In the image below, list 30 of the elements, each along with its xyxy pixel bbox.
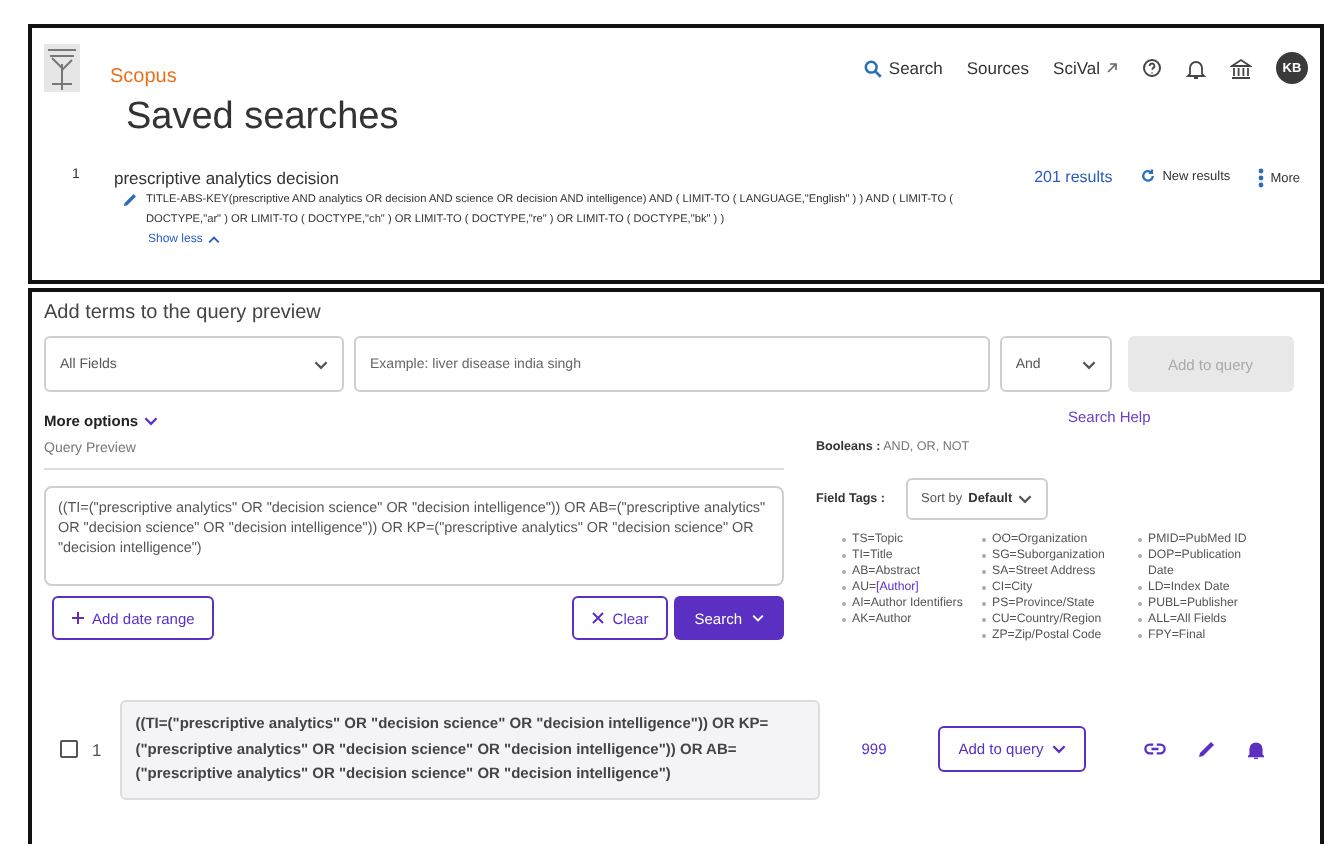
pencil-icon[interactable] bbox=[122, 192, 138, 208]
results-link[interactable]: 201 results bbox=[1034, 168, 1113, 186]
caret-icon bbox=[1018, 494, 1033, 504]
close-icon bbox=[592, 612, 605, 624]
caret-icon bbox=[208, 236, 221, 244]
section-heading: Add terms to the query preview bbox=[44, 302, 323, 324]
caret-icon bbox=[752, 614, 764, 622]
institution-icon[interactable] bbox=[1230, 57, 1252, 79]
pencil-icon[interactable] bbox=[1197, 740, 1216, 759]
link-icon[interactable] bbox=[1143, 742, 1166, 757]
search-name: prescriptive analytics decision bbox=[114, 168, 341, 188]
search-icon bbox=[864, 59, 883, 77]
caret-icon bbox=[1051, 744, 1066, 755]
page-title: Saved searches bbox=[126, 96, 401, 140]
tree-logo-icon bbox=[44, 44, 80, 92]
caret-icon bbox=[314, 359, 329, 369]
bell-icon[interactable] bbox=[1186, 57, 1206, 79]
nav-link[interactable]: Search bbox=[864, 58, 943, 78]
nav-link[interactable]: Sources bbox=[966, 58, 1030, 78]
more-icon bbox=[1258, 168, 1265, 188]
row-checkbox[interactable] bbox=[60, 740, 78, 759]
refresh-icon bbox=[1140, 168, 1157, 184]
nav-link[interactable]: SciVal bbox=[1053, 58, 1118, 78]
bell-icon[interactable] bbox=[1247, 739, 1264, 760]
plus-icon bbox=[72, 612, 84, 624]
caret-icon bbox=[1081, 359, 1096, 369]
caret-icon bbox=[144, 416, 159, 426]
external-link-icon bbox=[1106, 62, 1118, 74]
row-number: 1 bbox=[92, 739, 102, 760]
help-icon[interactable] bbox=[1142, 58, 1162, 78]
